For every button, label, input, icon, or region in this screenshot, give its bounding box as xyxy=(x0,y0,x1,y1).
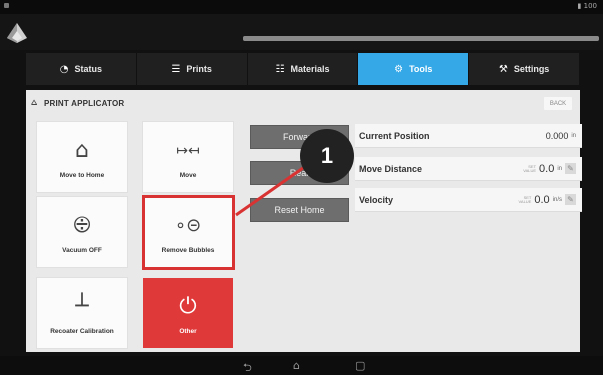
move-distance-row: Move Distance SET VALUE 0.0 in ✎ xyxy=(355,157,582,181)
move-to-home-button[interactable]: ⌂ Move to Home xyxy=(37,122,127,192)
reset-home-button[interactable]: Reset Home xyxy=(250,198,349,222)
applicator-icon: ⩟ xyxy=(31,97,38,108)
recoater-calibration-button[interactable]: ┴ Recoater Calibration xyxy=(37,278,127,348)
vacuum-off-button[interactable]: ⨸ Vacuum OFF xyxy=(37,197,127,267)
unit-text: in xyxy=(571,132,576,139)
current-position-row: Current Position 0.000 in xyxy=(355,124,582,148)
tab-prints[interactable]: ☰ Prints xyxy=(136,53,247,85)
set-value-tag: SET VALUE xyxy=(518,194,532,204)
tile-label: Vacuum OFF xyxy=(62,246,102,254)
tab-label: Materials xyxy=(290,64,330,74)
velocity-row: Velocity SET VALUE 0.0 in/s ✎ xyxy=(355,188,582,212)
value-text: 0.0 xyxy=(534,193,550,206)
clock-icon: ◔ xyxy=(59,63,69,75)
vacuum-icon: ⨸ xyxy=(73,213,91,238)
move-button[interactable]: ↦↤ Move xyxy=(143,122,233,192)
tab-settings[interactable]: ⚒ Settings xyxy=(469,53,579,85)
current-position-value: 0.000 in xyxy=(546,131,576,141)
tab-label: Tools xyxy=(409,64,433,74)
recoater-icon: ┴ xyxy=(75,294,89,319)
system-nav-bar: ⮌ ⌂ ▢ xyxy=(0,356,603,375)
progress-bar xyxy=(243,36,599,41)
back-icon[interactable]: ⮌ xyxy=(243,359,252,375)
tab-status[interactable]: ◔ Status xyxy=(26,53,136,85)
back-button[interactable]: BACK xyxy=(544,97,572,110)
battery-indicator: ▮ 100 xyxy=(577,2,597,10)
set-value-tag: SET VALUE xyxy=(523,163,537,173)
tab-label: Settings xyxy=(513,64,550,74)
move-arrows-icon: ↦↤ xyxy=(176,142,200,159)
value-text: 0.000 xyxy=(545,130,569,141)
tab-materials[interactable]: ☷ Materials xyxy=(247,53,358,85)
unit-text: in/s xyxy=(552,196,562,203)
power-icon: ⏻ xyxy=(179,294,197,319)
status-bar: ▮ 100 xyxy=(0,0,603,14)
velocity-value[interactable]: SET VALUE 0.0 in/s ✎ xyxy=(517,194,576,206)
tile-label: Other xyxy=(179,327,197,335)
tab-label: Prints xyxy=(186,64,212,74)
recents-icon[interactable]: ▢ xyxy=(355,359,365,372)
move-distance-label: Move Distance xyxy=(359,163,423,174)
annotation-highlight-box xyxy=(142,195,235,270)
wrench-icon: ⚒ xyxy=(498,63,508,75)
current-position-label: Current Position xyxy=(359,130,430,141)
main-tabs: ◔ Status ☰ Prints ☷ Materials ⚙ Tools ⚒ … xyxy=(26,53,580,85)
app-header xyxy=(0,14,603,50)
tab-tools[interactable]: ⚙ Tools xyxy=(358,53,469,85)
tile-label: Recoater Calibration xyxy=(50,327,114,335)
home-icon: ⌂ xyxy=(75,138,89,163)
gear-icon: ⚙ xyxy=(394,63,404,75)
progress-fill xyxy=(243,36,599,41)
list-icon: ☰ xyxy=(171,63,181,75)
value-text: 0.0 xyxy=(539,162,555,175)
other-button[interactable]: ⏻ Other xyxy=(143,278,233,348)
tile-label: Move to Home xyxy=(59,171,105,179)
annotation-callout-number: 1 xyxy=(300,129,354,183)
panel-title: PRINT APPLICATOR xyxy=(44,99,125,108)
home-nav-icon[interactable]: ⌂ xyxy=(293,359,300,372)
velocity-label: Velocity xyxy=(359,194,394,205)
pyramid-logo-icon xyxy=(7,23,27,43)
materials-icon: ☷ xyxy=(275,63,285,75)
unit-text: in xyxy=(557,165,562,172)
edit-icon[interactable]: ✎ xyxy=(565,194,576,205)
tile-label: Move xyxy=(179,171,197,179)
edit-icon[interactable]: ✎ xyxy=(565,163,576,174)
tab-label: Status xyxy=(74,64,103,74)
notification-icon xyxy=(4,3,9,8)
move-distance-value[interactable]: SET VALUE 0.0 in ✎ xyxy=(522,163,576,175)
